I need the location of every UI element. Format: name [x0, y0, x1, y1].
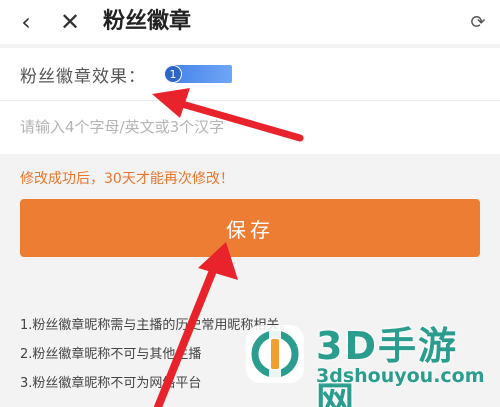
badge-effect-label: 粉丝徽章效果： [20, 66, 146, 87]
page-title: 粉丝徽章 [103, 9, 192, 34]
top-nav-bar: ‹ ✕ 粉丝徽章 ⟳ [0, 0, 500, 44]
watermark-logo-icon [246, 325, 304, 383]
modify-notice: 修改成功后，30天才能再次修改！ [20, 171, 234, 187]
save-button[interactable]: 保存 [20, 199, 480, 257]
chevron-left-icon: ‹ [21, 8, 31, 36]
close-button[interactable]: ✕ [50, 0, 90, 44]
fan-badge-preview: 1 [164, 65, 232, 83]
badge-settings-card: 粉丝徽章效果： 1 [0, 48, 500, 154]
divider [0, 100, 500, 101]
refresh-button[interactable]: ⟳ [456, 0, 500, 44]
badge-level: 1 [164, 65, 182, 83]
close-icon: ✕ [59, 8, 81, 36]
watermark-domain: 3dshouyou.com [316, 365, 485, 387]
badge-name-input[interactable] [20, 108, 460, 146]
refresh-icon: ⟳ [470, 11, 486, 33]
watermark: 3D手游网 3dshouyou.com [242, 313, 492, 407]
watermark-brand: 3D手游网 [316, 324, 458, 407]
badge-effect-row: 粉丝徽章效果： 1 [20, 61, 232, 87]
back-button[interactable]: ‹ [6, 0, 46, 44]
